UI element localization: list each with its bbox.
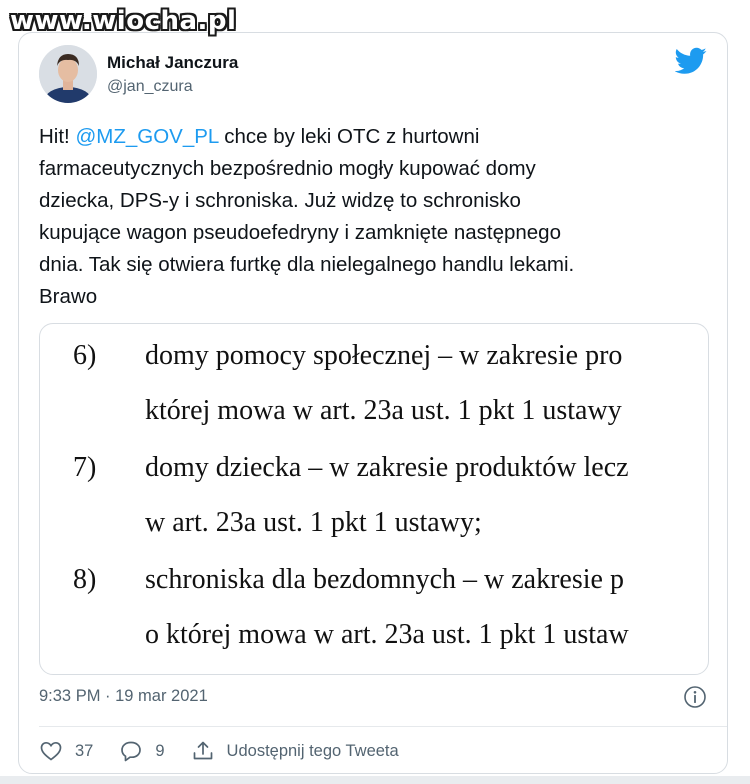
reply-count: 9	[155, 741, 165, 760]
reply-button[interactable]: 9	[119, 739, 165, 763]
author-handle[interactable]: @jan_czura	[107, 78, 193, 96]
doc-item-line: domy pomocy społecznej – w zakresie pro	[145, 340, 623, 371]
doc-item-line: o której mowa w art. 23a ust. 1 pkt 1 us…	[145, 619, 629, 650]
tweet-card: Michał Janczura @jan_czura Hit! @MZ_GOV_…	[18, 32, 728, 774]
info-icon[interactable]	[683, 685, 707, 709]
site-watermark: www.wiocha.pl	[10, 6, 237, 36]
doc-item-line: domy dziecka – w zakresie produktów lecz	[145, 452, 629, 483]
share-button[interactable]: Udostępnij tego Tweeta	[191, 739, 399, 763]
tweet-timestamp[interactable]: 9:33 PM · 19 mar 2021	[39, 687, 208, 706]
mention-link[interactable]: @MZ_GOV_PL	[75, 125, 218, 148]
like-count: 37	[75, 741, 94, 760]
tweet-text-body: chce by leki OTC z hurtowni farmaceutycz…	[39, 125, 575, 308]
heart-icon	[40, 741, 62, 761]
tweet-media-image[interactable]: 6) domy pomocy społecznej – w zakresie p…	[39, 323, 709, 675]
doc-item-number: 7)	[73, 452, 97, 483]
tweet-text-intro: Hit!	[39, 125, 76, 148]
bottom-strip	[0, 776, 750, 784]
doc-item-line: w art. 23a ust. 1 pkt 1 ustawy;	[145, 507, 482, 538]
tweet-text: Hit! @MZ_GOV_PL chce by leki OTC z hurto…	[39, 121, 719, 313]
doc-item-line: której mowa w art. 23a ust. 1 pkt 1 usta…	[145, 395, 622, 426]
like-button[interactable]: 37	[39, 739, 93, 763]
twitter-bird-icon[interactable]	[674, 47, 707, 75]
doc-item-line: schroniska dla bezdomnych – w zakresie p	[145, 564, 624, 595]
doc-item-number: 8)	[73, 564, 97, 595]
divider	[39, 726, 727, 727]
tweet-actions: 37 9 Udostępnij tego Tweeta	[39, 737, 425, 765]
doc-item-number: 6)	[73, 340, 97, 371]
author-name[interactable]: Michał Janczura	[107, 53, 238, 73]
speech-bubble-icon	[121, 741, 142, 762]
share-label: Udostępnij tego Tweeta	[226, 741, 399, 760]
share-arrow-icon	[193, 741, 212, 760]
avatar[interactable]	[39, 45, 97, 103]
